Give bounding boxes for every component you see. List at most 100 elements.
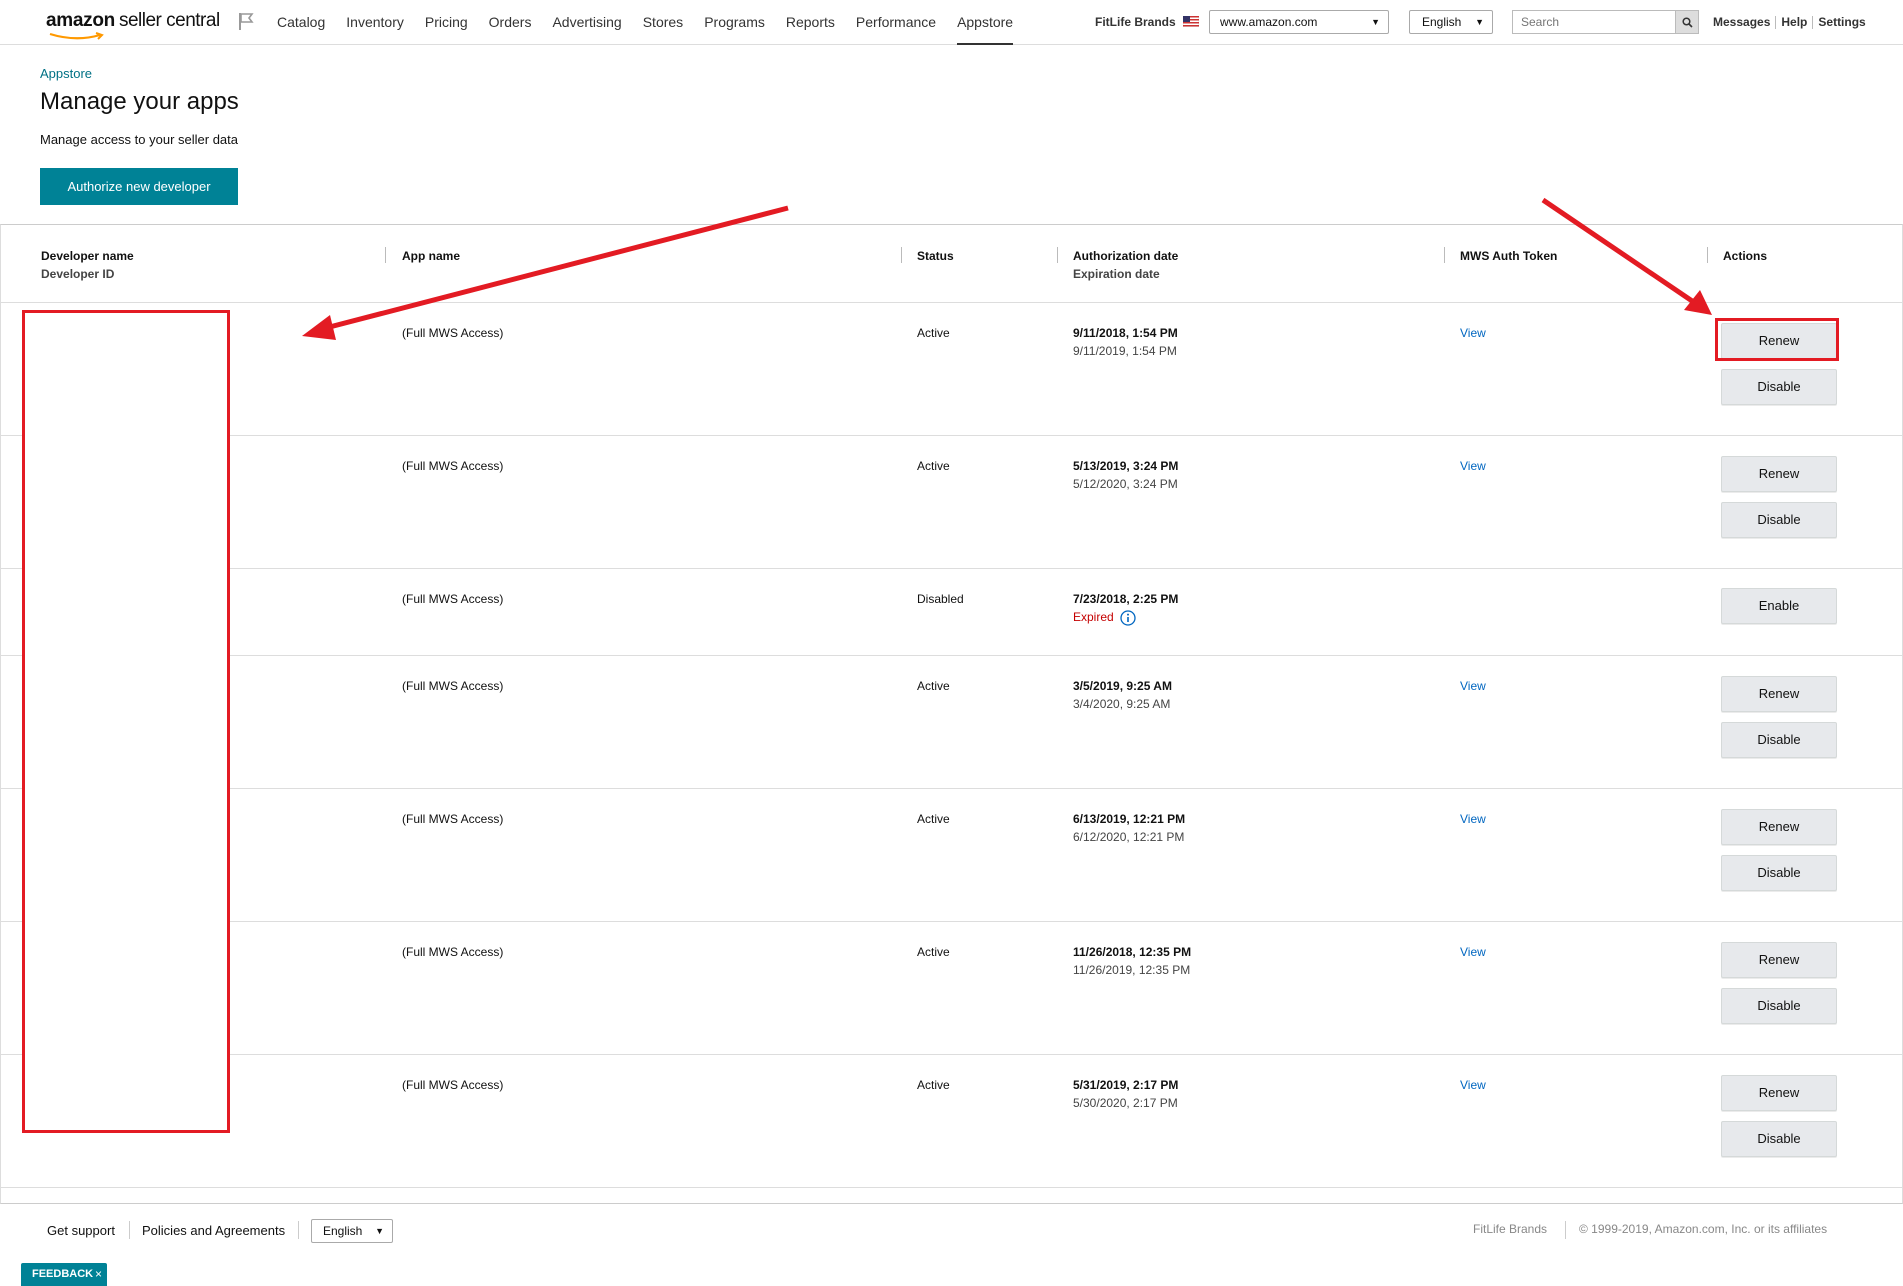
messages-link[interactable]: Messages (1708, 16, 1777, 29)
disable-button[interactable]: Disable (1721, 502, 1837, 538)
disable-button[interactable]: Disable (1721, 369, 1837, 405)
feedback-label: FEEDBACK (32, 1268, 94, 1280)
table-row: (Full MWS Access) Active 6/13/2019, 12:2… (1, 789, 1902, 922)
renew-button[interactable]: Renew (1721, 942, 1837, 978)
nav-advertising[interactable]: Advertising (552, 0, 621, 45)
nav-orders[interactable]: Orders (489, 0, 532, 45)
status-text: Disabled (917, 592, 964, 606)
amazon-seller-central-logo[interactable]: amazon seller central (46, 10, 220, 40)
expiration-date: 3/4/2020, 9:25 AM (1073, 697, 1171, 711)
column-header-developer: Developer name Developer ID (41, 247, 134, 283)
info-icon[interactable] (1120, 610, 1136, 626)
header-authorization-date: Authorization date (1073, 249, 1179, 263)
authorization-date: 5/31/2019, 2:17 PM (1073, 1078, 1179, 1092)
renew-button[interactable]: Renew (1721, 456, 1837, 492)
expiration-date: 6/12/2020, 12:21 PM (1073, 830, 1185, 844)
expiration-date: 5/30/2020, 2:17 PM (1073, 1096, 1178, 1110)
footer: Get support Policies and Agreements Engl… (0, 1206, 1903, 1286)
chevron-down-icon: ▼ (375, 1226, 384, 1236)
app-name: (Full MWS Access) (402, 812, 504, 826)
view-token-link[interactable]: View (1460, 1076, 1486, 1094)
nav-appstore[interactable]: Appstore (957, 0, 1014, 45)
header-divider (385, 247, 386, 263)
close-icon[interactable]: × (95, 1263, 102, 1286)
language-select[interactable]: English ▼ (1409, 10, 1493, 34)
nav-stores[interactable]: Stores (643, 0, 683, 45)
renew-button[interactable]: Renew (1721, 1075, 1837, 1111)
nav-performance[interactable]: Performance (856, 0, 936, 45)
authorization-date: 6/13/2019, 12:21 PM (1073, 812, 1186, 826)
marketplace-select[interactable]: www.amazon.com ▼ (1209, 10, 1389, 34)
authorization-date: 7/23/2018, 2:25 PM (1073, 592, 1179, 606)
logo-amazon-text: amazon (46, 10, 115, 31)
table-row: (Full MWS Access) Active 9/11/2018, 1:54… (1, 303, 1902, 436)
column-header-dates: Authorization date Expiration date (1073, 247, 1178, 283)
status-text: Active (917, 326, 950, 340)
status-text: Active (917, 679, 950, 693)
us-flag-icon (1183, 16, 1199, 27)
view-token-link[interactable]: View (1460, 457, 1486, 475)
settings-link[interactable]: Settings (1813, 16, 1870, 29)
status-text: Active (917, 945, 950, 959)
search-button[interactable] (1675, 10, 1699, 34)
language-value: English (1422, 15, 1462, 29)
footer-language-select[interactable]: English ▼ (311, 1219, 393, 1243)
date-cell: 6/13/2019, 12:21 PM 6/12/2020, 12:21 PM (1073, 810, 1185, 846)
enable-button[interactable]: Enable (1721, 588, 1837, 624)
column-header-actions: Actions (1723, 249, 1768, 263)
header-expiration-date: Expiration date (1073, 267, 1160, 281)
date-cell: 5/31/2019, 2:17 PM 5/30/2020, 2:17 PM (1073, 1076, 1178, 1112)
disable-button[interactable]: Disable (1721, 1121, 1837, 1157)
search-input[interactable] (1512, 10, 1676, 34)
footer-language-value: English (323, 1224, 363, 1238)
authorize-new-developer-button[interactable]: Authorize new developer (40, 168, 238, 205)
account-brand-name: FitLife Brands (1095, 15, 1176, 29)
feedback-tab[interactable]: FEEDBACK × (21, 1263, 107, 1286)
header-divider (1057, 247, 1058, 263)
app-name: (Full MWS Access) (402, 1078, 504, 1092)
date-cell: 3/5/2019, 9:25 AM 3/4/2020, 9:25 AM (1073, 677, 1172, 713)
get-support-link[interactable]: Get support (47, 1223, 115, 1238)
app-name: (Full MWS Access) (402, 679, 504, 693)
marketplace-value: www.amazon.com (1220, 15, 1318, 29)
nav-programs[interactable]: Programs (704, 0, 765, 45)
help-link[interactable]: Help (1776, 16, 1814, 29)
authorization-date: 9/11/2018, 1:54 PM (1073, 326, 1178, 340)
page-title: Manage your apps (40, 88, 239, 115)
column-header-token: MWS Auth Token (1460, 249, 1558, 263)
table-row: (Full MWS Access) Disabled 7/23/2018, 2:… (1, 569, 1902, 656)
breadcrumb[interactable]: Appstore (40, 66, 92, 81)
chevron-down-icon: ▼ (1371, 17, 1380, 27)
date-cell: 9/11/2018, 1:54 PM 9/11/2019, 1:54 PM (1073, 324, 1178, 360)
redaction-box (22, 310, 230, 1133)
renew-button[interactable]: Renew (1721, 809, 1837, 845)
top-nav: amazon seller central Catalog Inventory … (0, 0, 1903, 45)
flag-icon[interactable] (236, 11, 256, 31)
authorization-date: 3/5/2019, 9:25 AM (1073, 679, 1172, 693)
header-developer-name: Developer name (41, 249, 134, 263)
utility-links: Messages Help Settings (1708, 16, 1871, 29)
nav-pricing[interactable]: Pricing (425, 0, 468, 45)
view-token-link[interactable]: View (1460, 943, 1486, 961)
view-token-link[interactable]: View (1460, 677, 1486, 695)
status-text: Active (917, 1078, 950, 1092)
policies-link[interactable]: Policies and Agreements (142, 1223, 285, 1238)
date-cell: 11/26/2018, 12:35 PM 11/26/2019, 12:35 P… (1073, 943, 1191, 979)
view-token-link[interactable]: View (1460, 324, 1486, 342)
header-divider (901, 247, 902, 263)
disable-button[interactable]: Disable (1721, 722, 1837, 758)
column-header-app-name: App name (402, 249, 461, 263)
disable-button[interactable]: Disable (1721, 988, 1837, 1024)
expiration-status: Expired (1073, 608, 1178, 626)
expiration-date: 11/26/2019, 12:35 PM (1073, 963, 1191, 977)
disable-button[interactable]: Disable (1721, 855, 1837, 891)
header-divider (1444, 247, 1445, 263)
nav-reports[interactable]: Reports (786, 0, 835, 45)
date-cell: 7/23/2018, 2:25 PM Expired (1073, 590, 1178, 626)
renew-button[interactable]: Renew (1721, 676, 1837, 712)
view-token-link[interactable]: View (1460, 810, 1486, 828)
nav-catalog[interactable]: Catalog (277, 0, 325, 45)
amazon-smile-icon (49, 32, 104, 40)
footer-divider (298, 1221, 299, 1239)
nav-inventory[interactable]: Inventory (346, 0, 404, 45)
